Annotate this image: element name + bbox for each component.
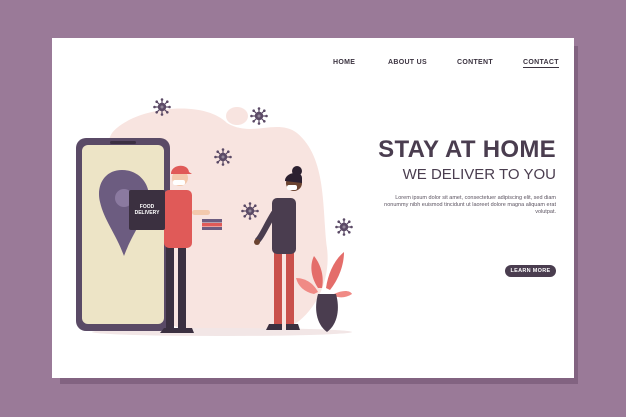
food-delivery-box: FOOD DELIVERY <box>129 190 165 230</box>
virus-icon <box>240 201 260 221</box>
virus-icon <box>249 106 269 126</box>
page-title: STAY AT HOME <box>378 136 556 163</box>
nav-contact[interactable]: CONTACT <box>523 59 559 68</box>
learn-more-button[interactable]: LEARN MORE <box>505 265 556 277</box>
cloud-small <box>226 107 248 125</box>
landing-page: HOME ABOUT US CONTENT CONTACT FOOD DELIV… <box>52 38 574 378</box>
page-subtitle: WE DELIVER TO YOU <box>402 166 556 183</box>
nav-about-us[interactable]: ABOUT US <box>388 59 427 66</box>
virus-icon <box>213 147 233 167</box>
virus-icon <box>152 97 172 117</box>
virus-icon <box>334 217 354 237</box>
delivery-illustration: FOOD DELIVERY <box>76 97 354 336</box>
nav-content[interactable]: CONTENT <box>457 59 493 66</box>
box-label-line2: DELIVERY <box>135 210 160 216</box>
hero-description: Lorem ipsum dolor sit amet, consectetuer… <box>384 195 556 216</box>
